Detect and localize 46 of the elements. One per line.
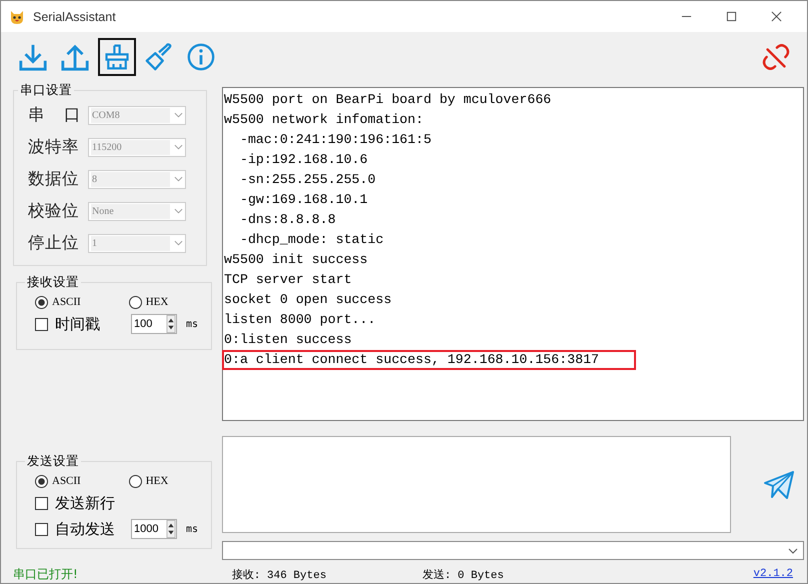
group-title: 发送设置 bbox=[26, 453, 80, 470]
log-line: TCP server start bbox=[223, 271, 353, 289]
field-label: 波特率 bbox=[28, 136, 80, 158]
group-title: 串口设置 bbox=[19, 82, 73, 99]
version-link[interactable]: v2.1.2 bbox=[753, 568, 793, 580]
caret-icon[interactable] bbox=[788, 548, 798, 554]
log-line: -gw:169.168.10.1 bbox=[238, 191, 369, 209]
log-line: -dns:8.8.8.8 bbox=[238, 211, 337, 229]
unit-label: ms bbox=[186, 524, 198, 534]
field-label: 串 口 bbox=[28, 104, 82, 126]
window-title: SerialAssistant bbox=[33, 10, 116, 24]
number-spinner[interactable]: 1000 bbox=[131, 519, 177, 539]
log-line: -mac:0:241:190:196:161:5 bbox=[238, 131, 432, 149]
paper-plane-icon[interactable] bbox=[763, 468, 795, 500]
log-line: W5500 port on BearPi board by mculover666 bbox=[223, 91, 552, 109]
close-icon[interactable] bbox=[771, 11, 782, 22]
sent-count: 发送: 0 Bytes bbox=[422, 568, 504, 582]
radio-button[interactable]: ASCII bbox=[35, 474, 81, 488]
log-line: listen 8000 port... bbox=[223, 311, 377, 329]
log-line: -dhcp_mode: static bbox=[238, 231, 385, 249]
log-line: socket 0 open success bbox=[223, 291, 393, 309]
field-label: 停止位 bbox=[28, 232, 80, 254]
log-line: 0:listen success bbox=[223, 331, 353, 349]
log-line: w5500 init success bbox=[223, 251, 369, 269]
field-label: 数据位 bbox=[28, 168, 80, 190]
unit-label: ms bbox=[186, 318, 198, 330]
checkbox[interactable]: 发送新行 bbox=[35, 494, 131, 512]
receive-text-area[interactable] bbox=[222, 87, 804, 421]
broom-button[interactable] bbox=[98, 38, 136, 76]
radio-button[interactable]: HEX bbox=[128, 474, 168, 488]
radio-button[interactable]: ASCII bbox=[35, 296, 81, 308]
log-line: -sn:255.255.255.0 bbox=[238, 171, 377, 189]
cat-face-icon bbox=[9, 8, 25, 24]
radio-button[interactable]: HEX bbox=[128, 296, 168, 308]
log-line: w5500 network infomation: bbox=[223, 111, 424, 129]
received-count: 接收: 346 Bytes bbox=[232, 568, 326, 582]
group-title: 接收设置 bbox=[26, 274, 80, 291]
log-line: -ip:192.168.10.6 bbox=[238, 151, 369, 169]
checkbox[interactable]: 自动发送 bbox=[35, 520, 131, 538]
port-status: 串口已打开! bbox=[13, 566, 78, 582]
send-text-area[interactable] bbox=[222, 436, 731, 533]
number-spinner[interactable]: 100 bbox=[131, 314, 177, 334]
checkbox[interactable]: 时间戳 bbox=[35, 314, 131, 334]
field-label: 校验位 bbox=[28, 200, 80, 222]
maximize-icon[interactable] bbox=[726, 11, 737, 22]
history-dropdown[interactable] bbox=[222, 541, 804, 560]
